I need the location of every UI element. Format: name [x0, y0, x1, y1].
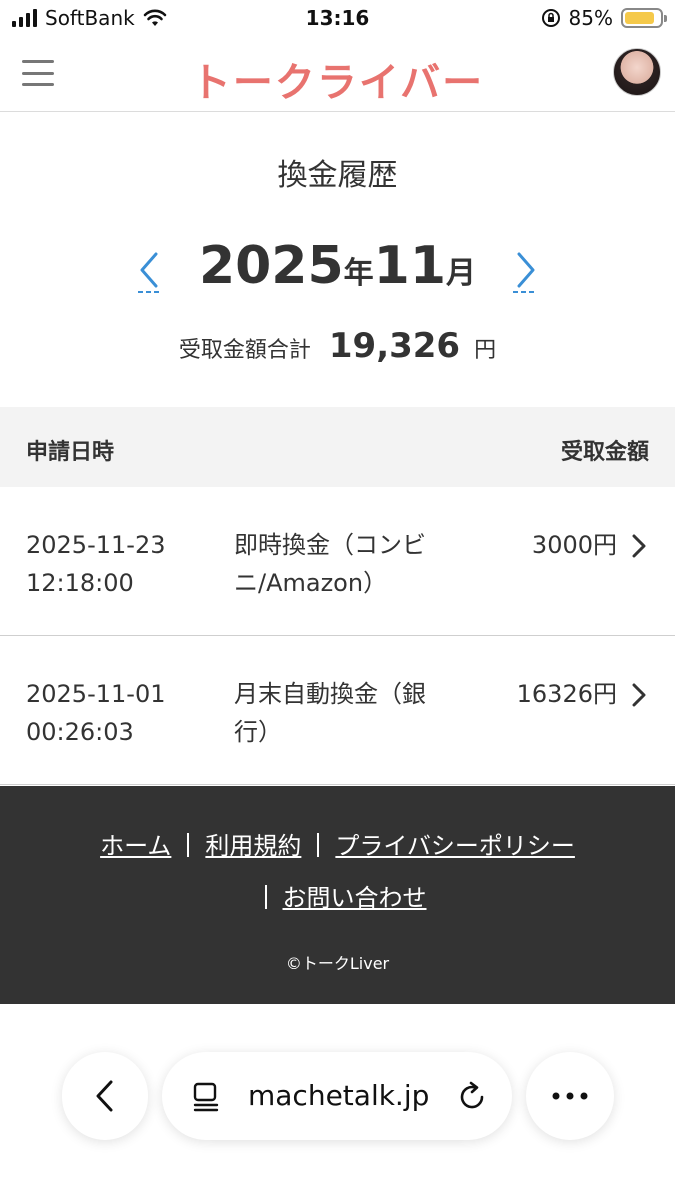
next-month-icon[interactable] — [505, 244, 545, 294]
battery-percent: 85% — [568, 6, 613, 30]
status-right: 85% — [541, 6, 667, 30]
page-title: 換金履歴 — [277, 158, 398, 193]
address-bar[interactable]: machetalk.jp — [162, 1052, 512, 1140]
column-header-amount: 受取金額 — [560, 440, 649, 465]
total-label: 受取金額合計 — [178, 338, 311, 363]
chevron-right-icon[interactable] — [629, 532, 649, 560]
footer-divider — [187, 833, 190, 857]
more-icon — [552, 1092, 588, 1100]
month-suffix: 月 — [446, 256, 477, 291]
row-datetime: 2025-11-23 12:18:00 — [26, 526, 206, 602]
browser-toolbar: machetalk.jp — [0, 1004, 675, 1200]
total-unit: 円 — [474, 338, 497, 363]
footer-links-second-line: お問い合わせ — [0, 878, 675, 913]
footer-link-terms[interactable]: 利用規約 — [205, 832, 301, 860]
row-type: 即時換金（コンビニ/Amazon） — [234, 531, 426, 597]
row-date: 2025-11-23 — [26, 531, 166, 559]
current-month: 2025年11月 — [0, 236, 675, 296]
battery-fill — [625, 12, 654, 24]
chevron-right-icon[interactable] — [629, 681, 649, 709]
month-navigator: 2025年11月 — [0, 236, 675, 306]
year-suffix: 年 — [343, 256, 374, 291]
table-row[interactable]: 2025-11-23 12:18:00 即時換金（コンビニ/Amazon） 30… — [0, 488, 675, 636]
page-menu-icon[interactable] — [192, 1082, 220, 1112]
row-amount: 3000円 — [531, 531, 617, 559]
footer-divider — [317, 833, 320, 857]
orientation-lock-icon — [541, 9, 560, 27]
total-value: 19,326 — [328, 326, 461, 366]
row-time: 12:18:00 — [26, 569, 134, 597]
reload-icon[interactable] — [456, 1080, 488, 1112]
site-footer: ホーム 利用規約 プライバシーポリシー お問い合わせ ©トークLiver — [0, 786, 675, 1004]
row-type: 月末自動換金（銀行） — [234, 680, 426, 746]
footer-link-contact[interactable]: お問い合わせ — [283, 884, 427, 912]
chevron-left-icon — [96, 1080, 113, 1112]
table-row[interactable]: 2025-11-01 00:26:03 月末自動換金（銀行） 16326円 — [0, 637, 675, 785]
url-text: machetalk.jp — [248, 1079, 430, 1112]
year-value: 2025 — [198, 236, 344, 296]
row-time: 00:26:03 — [26, 718, 134, 746]
battery-icon — [621, 8, 667, 28]
month-value: 11 — [373, 236, 447, 296]
browser-back-button[interactable] — [62, 1052, 148, 1140]
row-date: 2025-11-01 — [26, 680, 166, 708]
total-received: 受取金額合計 19,326 円 — [0, 326, 675, 366]
row-amount: 16326円 — [516, 680, 617, 708]
user-avatar[interactable] — [613, 48, 661, 96]
row-datetime: 2025-11-01 00:26:03 — [26, 675, 206, 751]
app-header: トークライバー — [0, 38, 675, 112]
status-bar: SoftBank 13:16 85% — [0, 0, 675, 38]
browser-more-button[interactable] — [526, 1052, 614, 1140]
footer-link-home[interactable]: ホーム — [100, 832, 171, 860]
site-logo[interactable]: トークライバー — [0, 50, 675, 108]
footer-link-privacy[interactable]: プライバシーポリシー — [335, 832, 575, 860]
footer-divider — [264, 885, 267, 909]
footer-links: ホーム 利用規約 プライバシーポリシー — [0, 826, 675, 861]
column-header-date: 申請日時 — [26, 440, 115, 465]
copyright: ©トークLiver — [285, 954, 390, 973]
table-header: 申請日時 受取金額 — [0, 407, 675, 487]
